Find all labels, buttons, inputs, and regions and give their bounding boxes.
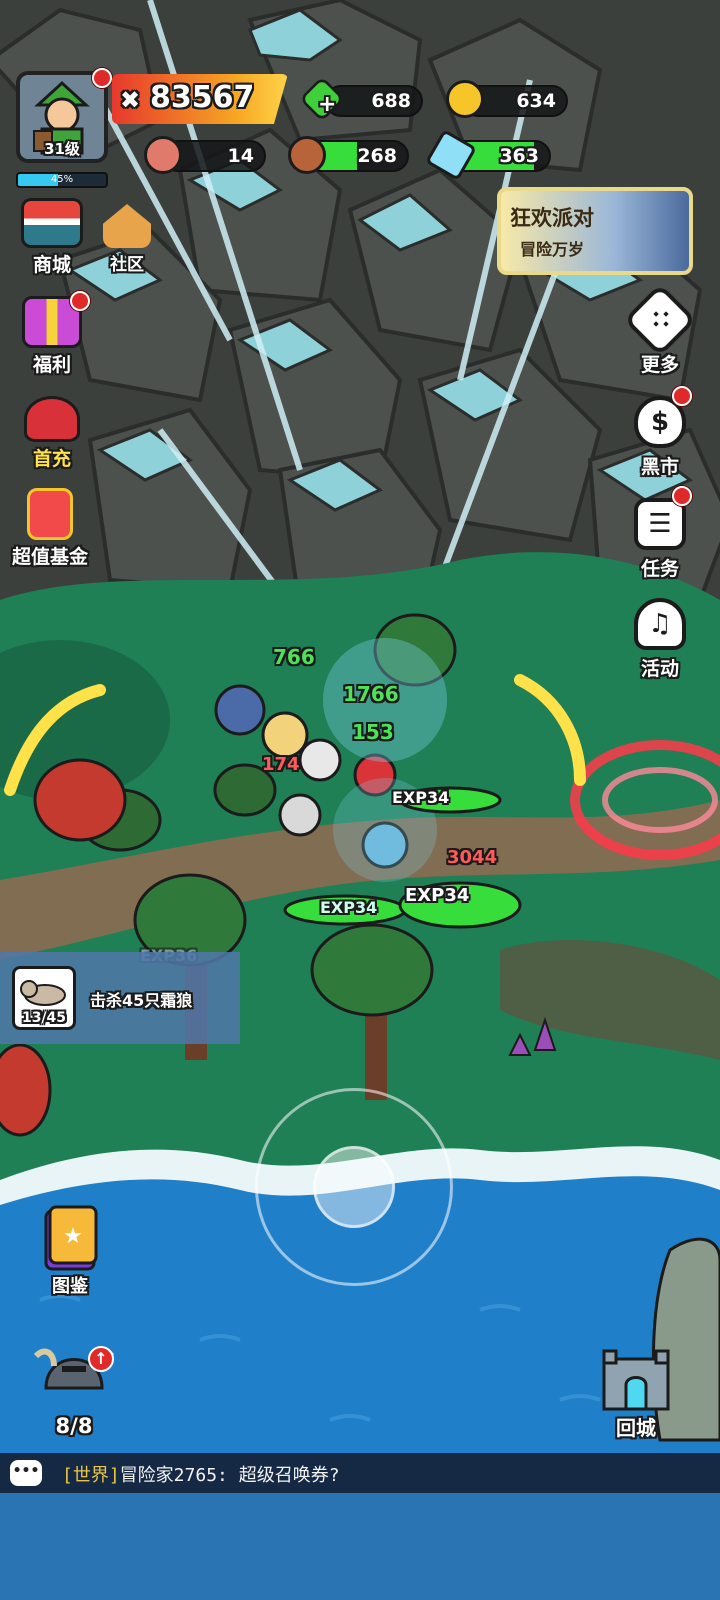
meat-count: 14 xyxy=(227,145,254,167)
gold-count: 634 xyxy=(516,90,556,112)
house-icon xyxy=(103,204,151,248)
exp-gain-label: EXP34 xyxy=(320,898,378,917)
dice-icon: ⁘ xyxy=(623,283,697,357)
quest-description: 击杀45只霜狼 xyxy=(90,991,193,1010)
chat-message: [世界]冒险家2765: 超级召唤券? xyxy=(62,1461,340,1487)
joystick-knob[interactable] xyxy=(313,1146,395,1228)
notification-dot xyxy=(672,386,692,406)
svg-text:★: ★ xyxy=(63,1224,83,1249)
wood-count: 268 xyxy=(357,145,397,167)
fund-label: 超值基金 xyxy=(11,546,88,568)
damage-number: 766 xyxy=(273,645,315,669)
return-town-label: 回城 xyxy=(616,1416,656,1440)
tasks-button[interactable]: ☰ 任务 xyxy=(622,498,698,581)
gold-coin-icon xyxy=(446,80,484,118)
black-market-button[interactable]: $ 黑市 xyxy=(622,396,698,479)
bell-icon: ♫ xyxy=(634,598,686,650)
event-title: 狂欢派对 xyxy=(510,206,594,230)
crystal-count: 363 xyxy=(499,145,539,167)
damage-number: 174 xyxy=(262,754,300,775)
meat-icon xyxy=(144,136,182,174)
codex-label: 图鉴 xyxy=(52,1276,88,1297)
xp-percent: 45% xyxy=(50,174,74,185)
card-book-icon[interactable]: ★ xyxy=(38,1203,102,1273)
growth-chart-card-icon xyxy=(27,488,73,540)
community-label: 社区 xyxy=(110,255,144,275)
event-subtitle: 冒险万岁 xyxy=(520,240,585,259)
more-label: 更多 xyxy=(640,354,679,376)
tasks-label: 任务 xyxy=(640,558,679,580)
task-list-icon: ☰ xyxy=(634,498,686,550)
events-label: 活动 xyxy=(640,658,679,680)
notification-dot xyxy=(70,291,90,311)
exp-gain-label: EXP34 xyxy=(392,788,450,807)
player-level: 31级 xyxy=(44,140,80,158)
quest-progress: 13/45 xyxy=(21,1010,67,1026)
events-button[interactable]: ♫ 活动 xyxy=(622,598,698,681)
upgrade-arrow-icon: ↑ xyxy=(88,1346,114,1372)
notification-dot xyxy=(92,68,112,88)
notification-dot xyxy=(672,486,692,506)
first-recharge-button[interactable]: 首充 xyxy=(7,396,97,471)
exp-gain-label: EXP34 xyxy=(405,885,470,906)
welfare-label: 福利 xyxy=(32,354,71,376)
chat-channel: [世界] xyxy=(62,1465,120,1486)
hero-girl-icon xyxy=(24,396,80,442)
xp-bar: 45% xyxy=(16,172,108,188)
plus-icon: + xyxy=(318,92,337,117)
community-button[interactable]: 社区 xyxy=(82,204,172,275)
castle-icon[interactable] xyxy=(598,1345,674,1411)
damage-number: 3044 xyxy=(447,847,498,868)
damage-number: 153 xyxy=(352,720,394,744)
more-button[interactable]: ⁘ 更多 xyxy=(622,283,698,377)
chat-bubble-icon[interactable]: ••• xyxy=(10,1460,42,1486)
fund-button[interactable]: 超值基金 xyxy=(5,488,95,569)
crossed-swords-icon: ✖ xyxy=(120,86,141,114)
shop-stall-icon xyxy=(21,198,83,248)
wood-log-icon xyxy=(288,136,326,174)
black-market-label: 黑市 xyxy=(640,456,679,478)
first-recharge-label: 首充 xyxy=(32,448,71,470)
combat-power-value: 83567 xyxy=(150,80,255,115)
gem-count: 688 xyxy=(371,90,411,112)
chat-message-text: 冒险家2765: 超级召唤券? xyxy=(119,1465,340,1486)
damage-number: 1766 xyxy=(343,682,399,706)
hero-count: 8/8 xyxy=(55,1414,93,1438)
